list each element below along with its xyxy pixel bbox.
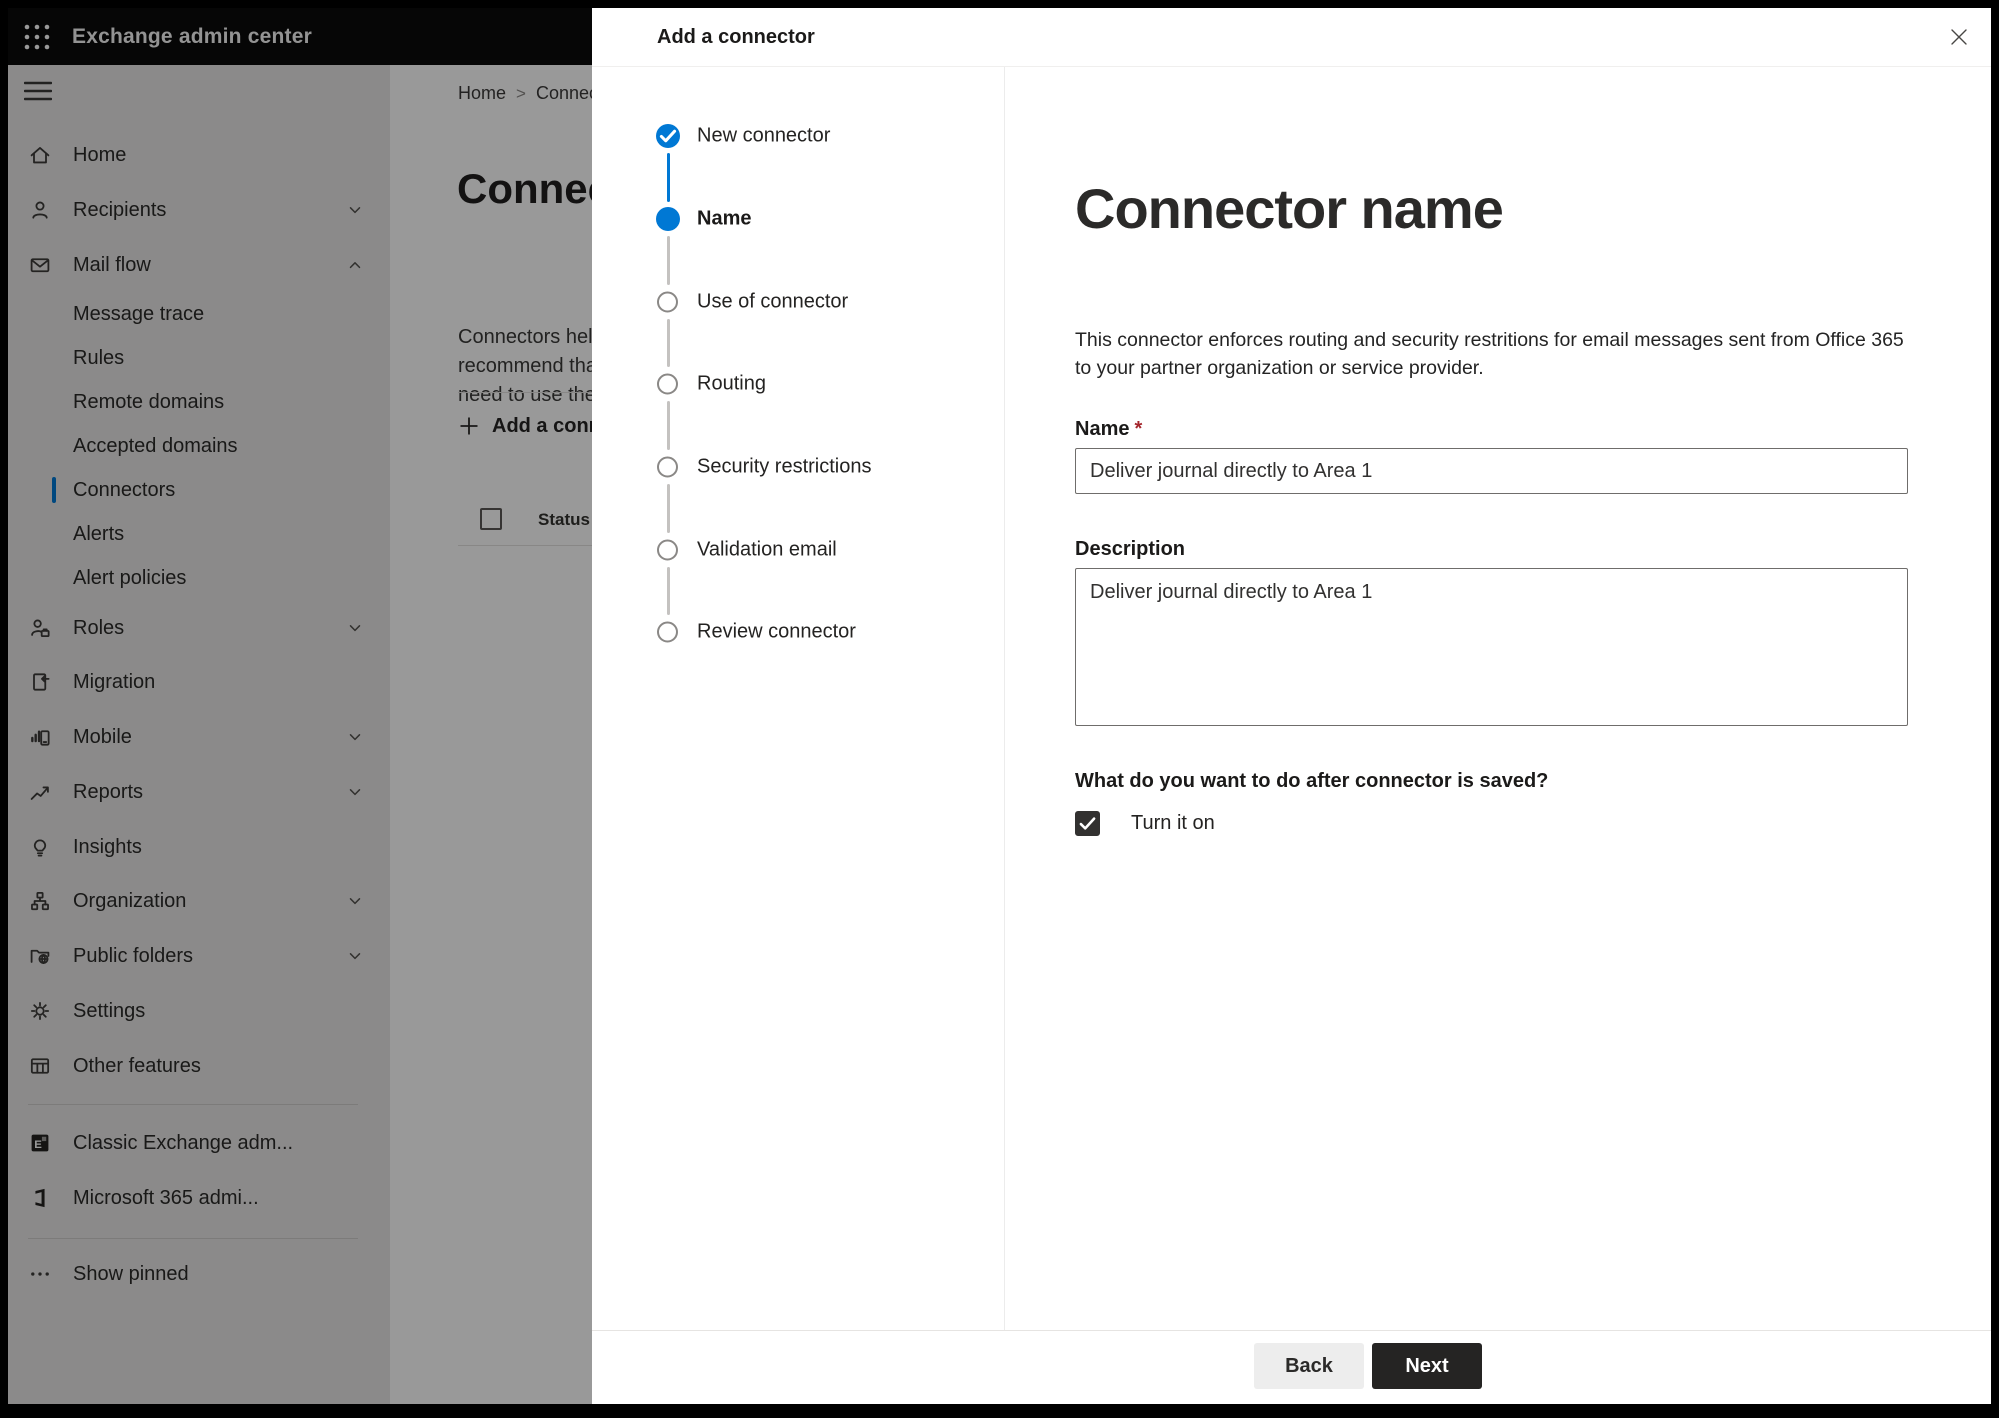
screen: Exchange admin center Home Recipients Mail… xyxy=(0,0,1999,1418)
close-icon[interactable] xyxy=(1943,21,1975,53)
checked-checkbox-icon[interactable] xyxy=(1075,810,1100,836)
app-window: Exchange admin center Home Recipients Mail… xyxy=(8,8,1991,1404)
step-completed-check-icon xyxy=(656,124,680,148)
step-heading: Connector name xyxy=(1075,177,1504,240)
step-current-icon xyxy=(656,207,680,231)
modal-header: Add a connector xyxy=(592,8,1991,67)
connector-name-input[interactable] xyxy=(1075,448,1908,494)
step-upcoming-icon xyxy=(657,456,678,478)
wizard-step-routing[interactable]: Routing xyxy=(592,367,972,401)
turn-it-on-checkbox-row[interactable]: Turn it on xyxy=(1075,810,1215,836)
step-label: Security restrictions xyxy=(697,455,872,478)
turn-it-on-label: Turn it on xyxy=(1131,811,1215,834)
after-save-question: What do you want to do after connector i… xyxy=(1075,770,1549,792)
step-connector-line xyxy=(666,401,670,450)
step-description: This connector enforces routing and secu… xyxy=(1075,329,1904,379)
wizard-step-use-of-connector[interactable]: Use of connector xyxy=(592,285,972,319)
modal-title: Add a connector xyxy=(657,26,815,48)
step-upcoming-icon xyxy=(657,539,678,561)
step-label: New connector xyxy=(697,124,831,147)
wizard-step-security-restrictions[interactable]: Security restrictions xyxy=(592,450,972,484)
step-connector-line xyxy=(666,236,670,285)
step-connector-line xyxy=(666,567,670,615)
step-label: Review connector xyxy=(697,620,856,643)
step-label: Name xyxy=(697,207,752,230)
back-button[interactable]: Back xyxy=(1254,1343,1364,1389)
step-label: Validation email xyxy=(697,538,837,561)
wizard-step-validation-email[interactable]: Validation email xyxy=(592,533,972,567)
wizard-step-new-connector[interactable]: New connector xyxy=(592,119,972,153)
step-label: Use of connector xyxy=(697,290,849,313)
step-upcoming-icon xyxy=(657,621,678,643)
step-upcoming-icon xyxy=(657,291,678,313)
description-field-label: Description xyxy=(1075,538,1186,560)
add-connector-modal: Add a connector New connector Name Use of … xyxy=(592,8,1991,1404)
connector-description-textarea[interactable]: Deliver journal directly to Area 1 xyxy=(1075,568,1908,726)
name-field-label: Name * xyxy=(1075,418,1143,440)
next-button[interactable]: Next xyxy=(1372,1343,1482,1389)
step-connector-line xyxy=(666,484,670,533)
step-connector-line xyxy=(666,319,670,367)
step-upcoming-icon xyxy=(657,373,678,395)
wizard-steps: New connector Name Use of connector Routing… xyxy=(592,67,1005,1330)
wizard-step-name[interactable]: Name xyxy=(592,202,972,236)
required-marker: * xyxy=(1134,418,1143,440)
modal-footer: Back Next xyxy=(592,1330,1991,1404)
wizard-step-review-connector[interactable]: Review connector xyxy=(592,615,972,649)
step-label: Routing xyxy=(697,372,766,395)
step-connector-line xyxy=(666,153,670,202)
